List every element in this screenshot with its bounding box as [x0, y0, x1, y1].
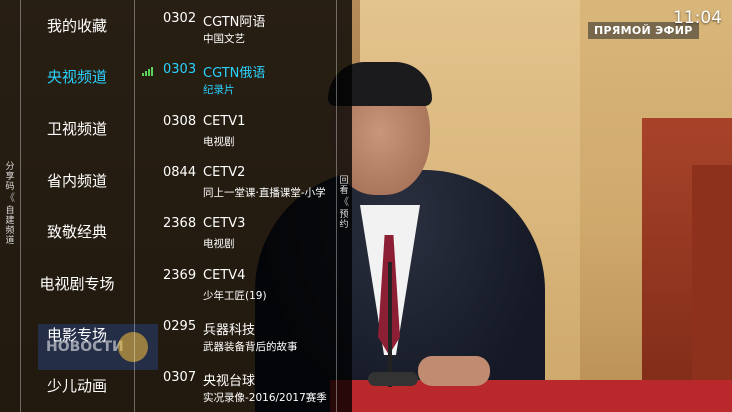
category-item[interactable]: 致敬经典 — [20, 218, 134, 246]
channel-list: 0302 CGTN阿语 中国文艺 0303 CGTN俄语 纪录片 0308 CETV1 电视剧 0… — [136, 0, 332, 412]
category-item[interactable]: 电视剧专场 — [20, 270, 134, 298]
channel-program: 纪录片 — [203, 84, 235, 96]
channel-row[interactable]: 0302 CGTN阿语 中国文艺 — [136, 3, 332, 49]
right-tab-char: 预 — [339, 210, 349, 220]
left-tab-share-custom[interactable]: 分享码《自建频道 — [0, 0, 20, 412]
right-tab-char: 回 — [339, 176, 349, 186]
category-item[interactable]: 卫视频道 — [20, 115, 134, 143]
clock: 11:04 — [673, 8, 722, 28]
channel-program: 武器装备背后的故事 — [203, 341, 298, 353]
channel-program: 电视剧 — [203, 238, 235, 250]
left-tab-label: 分享码《自建频道 — [4, 162, 16, 246]
channel-name: CETV4 — [203, 268, 246, 283]
category-item[interactable]: 我的收藏 — [20, 12, 134, 40]
channel-name: CGTN阿语 — [203, 15, 266, 30]
category-item[interactable]: 省内频道 — [20, 167, 134, 195]
video-microphone — [388, 262, 392, 387]
channel-name: 央视台球 — [203, 374, 256, 389]
channel-program: 实况录像-2016/2017赛季 — [203, 392, 327, 404]
left-tab-char: 分 — [5, 162, 15, 172]
channel-number: 0308 — [163, 114, 197, 129]
channel-row[interactable]: 0307 央视台球实况录像-2016/2017赛季 — [136, 362, 332, 408]
video-speaker-hand — [418, 356, 490, 386]
channel-program: 电视剧 — [203, 136, 235, 148]
category-item[interactable]: 央视频道 — [20, 63, 134, 91]
channel-program: 同上一堂课·直播课堂-小学 — [203, 187, 326, 199]
channel-row[interactable]: 0308 CETV1 电视剧 — [136, 106, 332, 152]
channel-row[interactable]: 0303 CGTN俄语 纪录片 — [136, 54, 332, 100]
divider — [134, 0, 135, 412]
right-tab-replay-reserve[interactable]: 回看《预约 — [336, 0, 352, 412]
chevron-left-icon: 《 — [339, 197, 349, 208]
channel-name: CETV2 — [203, 165, 246, 180]
left-tab-char: 道 — [5, 236, 15, 246]
category-item[interactable]: 电影专场 — [20, 321, 134, 349]
category-list: 我的收藏央视频道卫视频道省内频道致敬经典电视剧专场电影专场少儿动画 — [20, 0, 134, 412]
channel-number: 0303 — [163, 62, 197, 77]
chevron-left-icon: 《 — [5, 193, 15, 204]
channel-number: 0307 — [163, 370, 197, 385]
channel-name: CETV1 — [203, 114, 246, 129]
channel-number: 2368 — [163, 216, 197, 231]
channel-number: 2369 — [163, 268, 197, 283]
left-tab-char: 码 — [5, 182, 15, 192]
channel-row[interactable]: 0295 兵器科技武器装备背后的故事 — [136, 311, 332, 357]
left-tab-char: 自 — [5, 206, 15, 216]
channel-name: CGTN俄语 — [203, 66, 266, 81]
channel-number: 0844 — [163, 165, 197, 180]
left-tab-char: 享 — [5, 172, 15, 182]
video-microphone-base — [368, 372, 418, 386]
channel-row[interactable]: 2369 CETV4 少年工匠(19) — [136, 260, 332, 306]
channel-menu-overlay: НОВОСТИ 分享码《自建频道 我的收藏 央视频道 卫视频道 省内频道 致敬经典 电视剧… — [0, 0, 352, 412]
right-tab-label: 回看《预约 — [338, 176, 350, 230]
category-item[interactable]: 少儿动画 — [20, 372, 134, 400]
channel-number: 0302 — [163, 11, 197, 26]
channel-program: 少年工匠(19) — [203, 290, 267, 302]
channel-name: CETV3 — [203, 216, 246, 231]
channel-name: 兵器科技 — [203, 323, 256, 338]
channel-program: 中国文艺 — [203, 33, 245, 45]
channel-row[interactable]: 0844 CETV2 同上一堂课·直播课堂-小学 — [136, 157, 332, 203]
channel-row[interactable]: 2368 CETV3 电视剧 — [136, 208, 332, 254]
left-tab-char: 频 — [5, 226, 15, 236]
right-tab-char: 约 — [339, 220, 349, 230]
video-podium-side — [692, 165, 732, 412]
right-tab-char: 看 — [339, 186, 349, 196]
channel-number: 0295 — [163, 319, 197, 334]
signal-icon — [142, 66, 156, 76]
left-tab-char: 建 — [5, 216, 15, 226]
